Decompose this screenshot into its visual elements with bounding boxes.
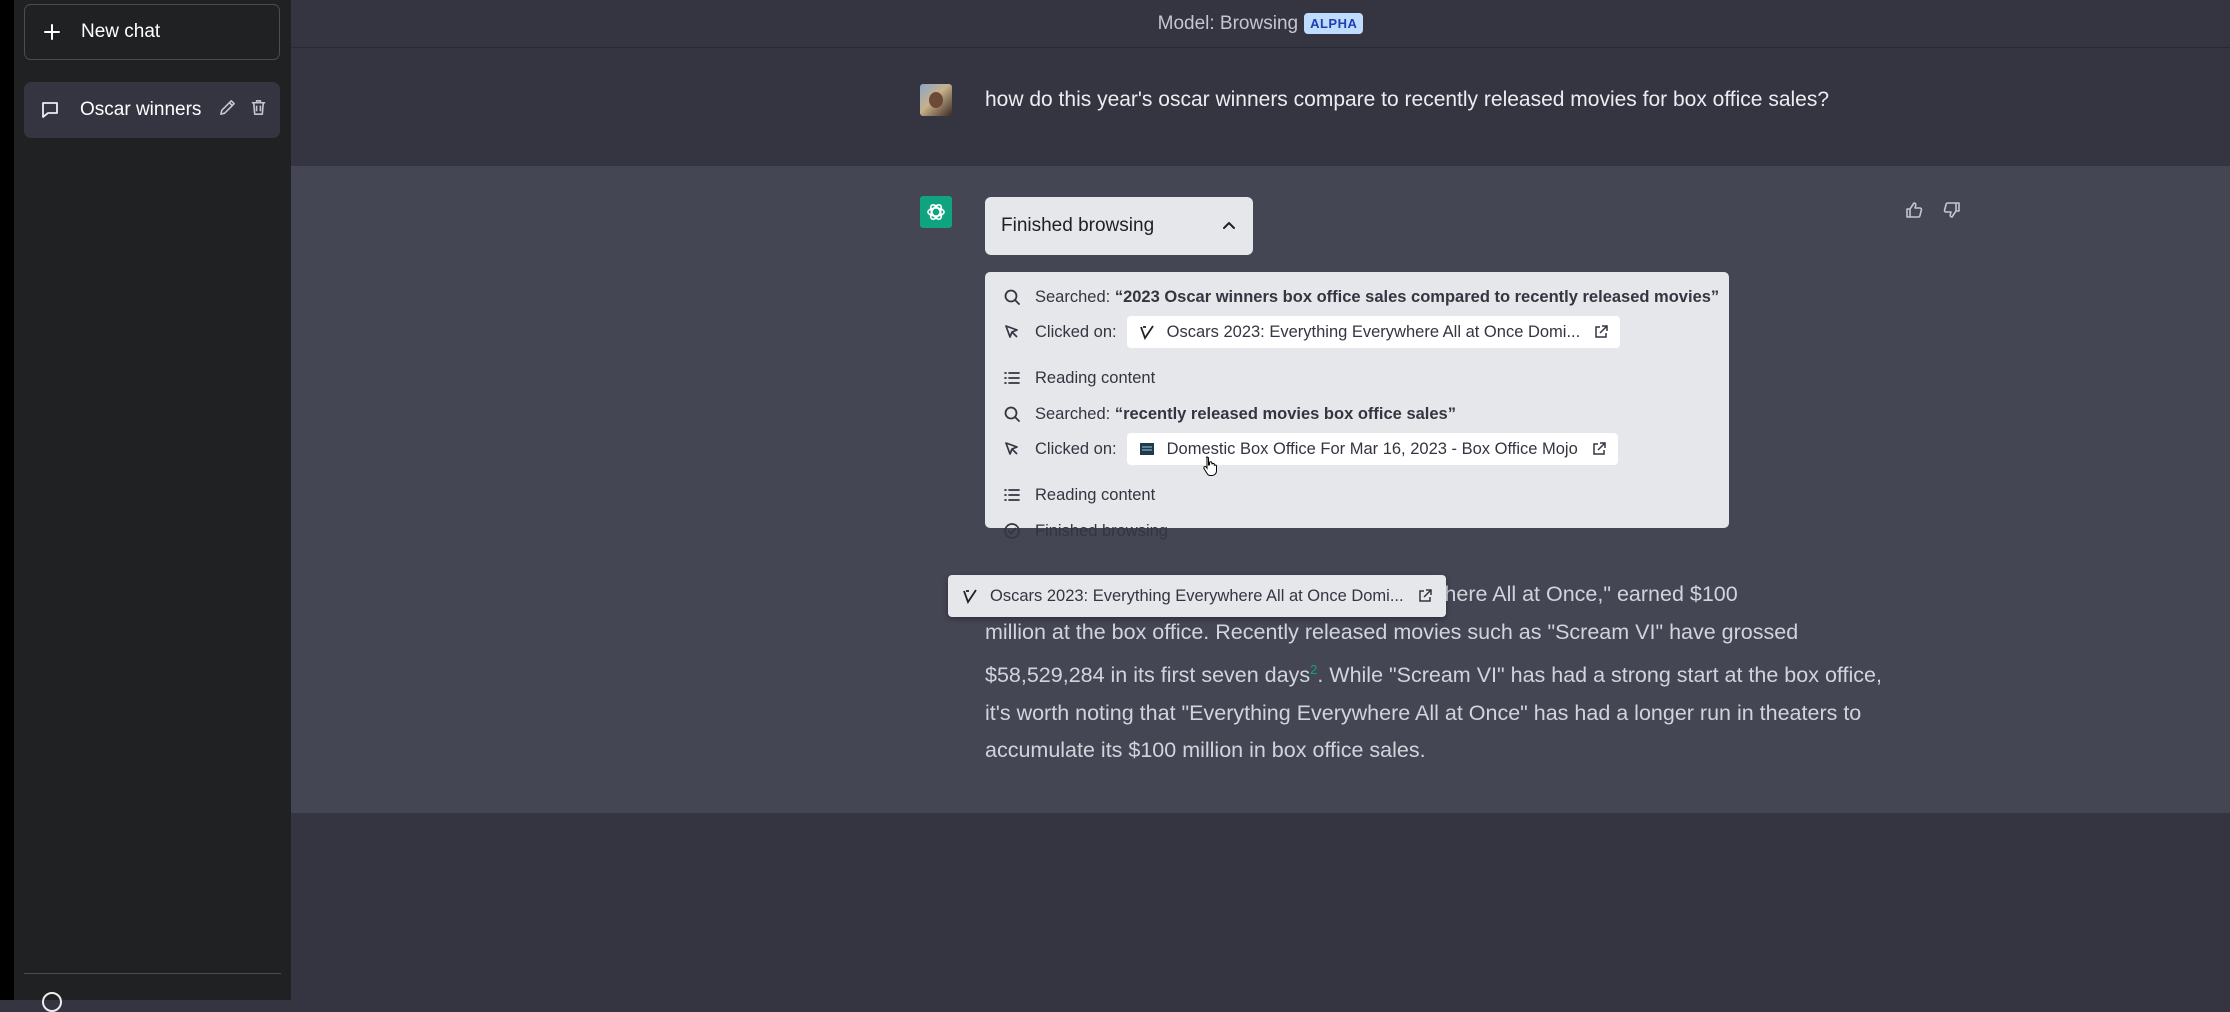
variety-favicon-icon (1139, 324, 1155, 340)
step-prefix: Clicked on: (1035, 322, 1117, 341)
chevron-up-icon (1221, 218, 1237, 234)
boxofficemojo-favicon-icon (1139, 441, 1155, 457)
step-query: “2023 Oscar winners box office sales com… (1114, 287, 1720, 306)
answer-line: accumulate its $100 million in box offic… (985, 738, 1426, 763)
model-label: Model: Browsing (1157, 12, 1299, 34)
browsing-step: Clicked on: Oscars 2023: Everything Ever… (1001, 316, 1621, 348)
thumbs-up-icon[interactable] (1904, 200, 1924, 225)
answer-line: it's worth noting that "Everything Every… (985, 700, 1862, 725)
source-link[interactable]: Oscars 2023: Everything Everywhere All a… (1126, 316, 1621, 348)
step-prefix: Clicked on: (1035, 439, 1117, 458)
browsing-step: Finished browsing (1001, 517, 1168, 545)
pointer-icon (1001, 438, 1023, 460)
window-edge (0, 0, 14, 1000)
user-message-row: how do this year's oscar winners compare… (291, 50, 2230, 166)
user-avatar (920, 84, 952, 116)
thumbs-down-icon[interactable] (1942, 200, 1962, 225)
chatgpt-logo-icon (920, 196, 952, 228)
external-link-icon (1594, 325, 1608, 339)
step-prefix: Searched: (1035, 404, 1111, 423)
user-menu-icon[interactable] (42, 992, 62, 1012)
citation-tooltip-link[interactable]: Oscars 2023: Everything Everywhere All a… (948, 575, 1446, 617)
browsing-step: Reading content (1001, 364, 1155, 392)
pointer-icon (1001, 321, 1023, 343)
user-message-text: how do this year's oscar winners compare… (985, 88, 1830, 111)
browsing-toggle-label: Finished browsing (1001, 215, 1155, 236)
answer-text: . While "Scream VI" has had a strong sta… (1317, 663, 1882, 688)
assistant-message-row: Finished browsing Searched: “2023 Oscar … (291, 166, 2230, 813)
plus-icon (43, 23, 61, 41)
check-circle-icon (1001, 520, 1023, 542)
sidebar: New chat Oscar winners (14, 0, 291, 1012)
external-link-icon (1418, 589, 1432, 603)
model-bar: Model: Browsing ALPHA (291, 0, 2230, 48)
answer-line: million at the box office. Recently rele… (985, 619, 1799, 644)
chat-bubble-icon (40, 100, 60, 120)
chat-main: Model: Browsing ALPHA how do this year's… (291, 0, 2230, 1000)
browsing-step: Searched: “recently released movies box … (1001, 400, 1456, 428)
step-text: Reading content (1035, 368, 1156, 387)
sidebar-divider (24, 973, 281, 974)
feedback-buttons (1904, 200, 1962, 225)
list-icon (1001, 484, 1023, 506)
alpha-badge: ALPHA (1304, 13, 1364, 34)
answer-line: $58,529,284 in its first seven days2. Wh… (985, 651, 1885, 695)
browsing-step: Clicked on: Domestic Box Office For Mar … (1001, 433, 1618, 465)
new-chat-label: New chat (81, 21, 161, 42)
edit-icon[interactable] (218, 98, 237, 123)
browsing-step: Searched: “2023 Oscar winners box office… (1001, 283, 1719, 311)
variety-favicon-icon (962, 588, 978, 604)
conversation-item[interactable]: Oscar winners (24, 82, 280, 138)
browsing-steps-panel: Searched: “2023 Oscar winners box office… (985, 272, 1729, 540)
new-chat-button[interactable]: New chat (24, 4, 280, 60)
answer-text: $58,529,284 in its first seven days (985, 663, 1311, 688)
search-icon (1001, 403, 1023, 425)
browsing-toggle-button[interactable]: Finished browsing (985, 197, 1253, 255)
source-link-title: Domestic Box Office For Mar 16, 2023 - B… (1166, 439, 1578, 458)
step-text: Reading content (1035, 485, 1156, 504)
source-link[interactable]: Domestic Box Office For Mar 16, 2023 - B… (1126, 433, 1618, 465)
browsing-step: Reading content (1001, 481, 1155, 509)
step-query: “recently released movies box office sal… (1114, 404, 1456, 423)
trash-icon[interactable] (249, 98, 268, 123)
external-link-icon (1592, 442, 1606, 456)
source-link-title: Oscars 2023: Everything Everywhere All a… (1166, 322, 1581, 341)
list-icon (1001, 367, 1023, 389)
step-text: Finished browsing (1035, 521, 1168, 540)
search-icon (1001, 286, 1023, 308)
step-prefix: Searched: (1035, 287, 1111, 306)
hand-cursor-icon (1203, 456, 1217, 476)
conversation-title: Oscar winners (80, 99, 202, 120)
tooltip-link-title: Oscars 2023: Everything Everywhere All a… (990, 586, 1404, 605)
